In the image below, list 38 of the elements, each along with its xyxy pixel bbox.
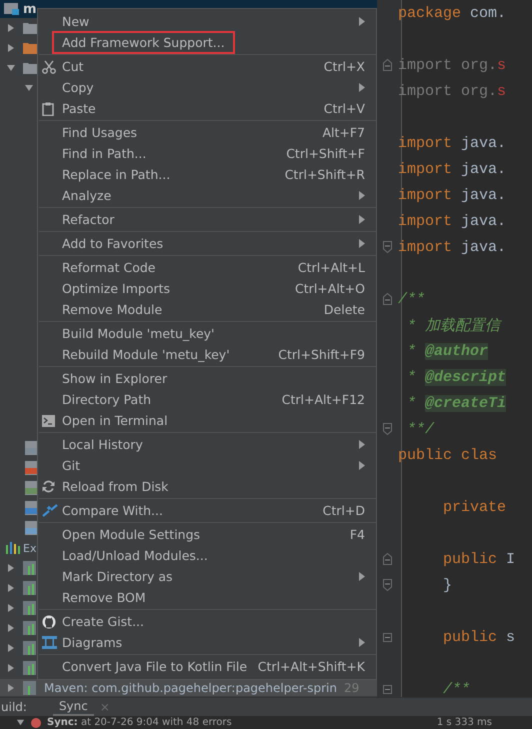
keyword: private (443, 498, 506, 516)
doc-comment: * 加载配置信 (406, 316, 500, 334)
code-text: java. (460, 212, 506, 230)
doc-comment: @author (425, 342, 488, 360)
code-text: s (497, 56, 506, 74)
doc-comment: @descript (425, 368, 506, 386)
code-text: import org. (398, 56, 498, 74)
keyword: import (398, 238, 452, 256)
code-text: java. (460, 160, 506, 178)
doc-comment: * (406, 394, 418, 412)
keyword: public clas (398, 446, 498, 464)
doc-comment: /** (398, 290, 426, 308)
code-text: import org. (398, 82, 498, 100)
doc-comment: * (406, 368, 418, 386)
sync-status: Sync: at 20-7-26 9:04 with 48 errors (47, 717, 232, 728)
panel-title: uild: (1, 700, 27, 714)
keyword: import (398, 212, 452, 230)
code-text: } (443, 576, 452, 594)
code-text: java. (460, 186, 506, 204)
keyword: package (398, 4, 462, 22)
code-text: java. (460, 134, 506, 152)
keyword: import (398, 134, 452, 152)
code-text: com. (469, 4, 506, 22)
keyword: public (443, 628, 498, 646)
keyword: import (398, 160, 452, 178)
keyword: public (443, 550, 498, 568)
doc-comment: * (406, 342, 418, 360)
project-name: m (23, 2, 37, 16)
code-text: I (505, 550, 516, 568)
code-text: s (497, 82, 506, 100)
duration: 1 s 333 ms (436, 717, 492, 728)
doc-comment: /** (443, 680, 470, 697)
code-text: java. (460, 238, 506, 256)
code-text: s (505, 628, 516, 646)
doc-comment: @createTi (425, 394, 506, 412)
keyword: import (398, 186, 452, 204)
tree-label: Ex (23, 542, 36, 554)
doc-comment: **/ (406, 420, 434, 438)
